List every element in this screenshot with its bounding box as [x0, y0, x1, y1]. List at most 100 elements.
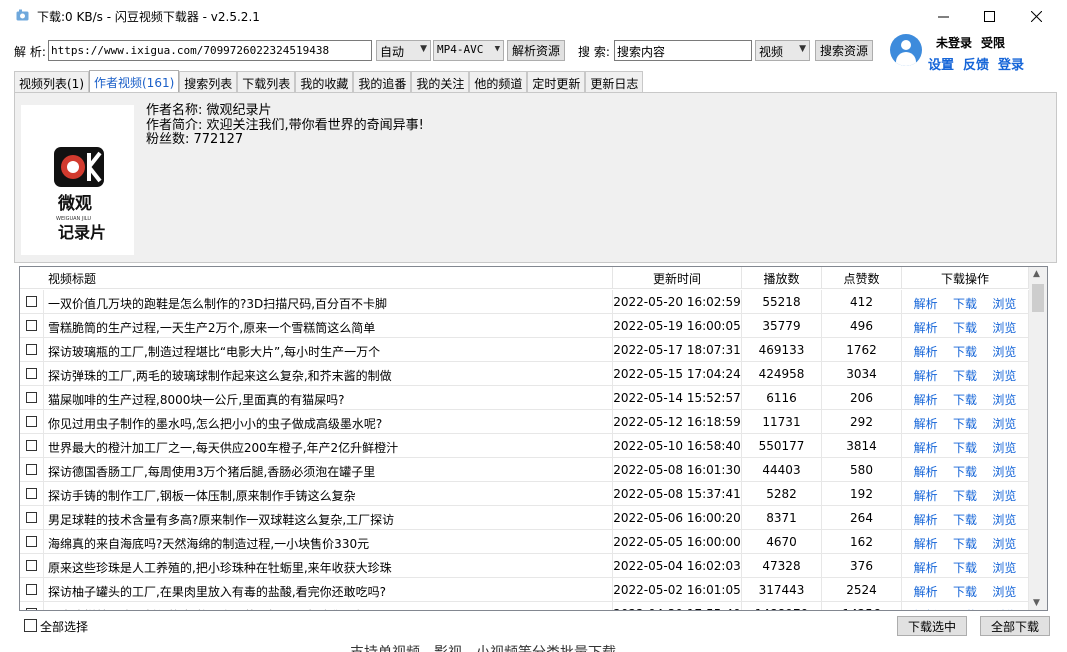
row-checkbox-cell[interactable]	[20, 482, 44, 506]
row-download-link[interactable]: 下载	[953, 607, 977, 610]
tab-author-videos[interactable]: 作者视频(161)	[89, 70, 180, 92]
col-title-header[interactable]: 视频标题	[20, 267, 613, 289]
row-checkbox-cell[interactable]	[20, 458, 44, 482]
maximize-button[interactable]	[966, 0, 1012, 32]
table-row[interactable]: 海绵真的来自海底吗?天然海绵的制造过程,一小块售价330元 2022-05-05 …	[20, 530, 1029, 554]
row-checkbox-cell[interactable]	[20, 506, 44, 530]
tab-changelog[interactable]: 更新日志	[585, 71, 644, 92]
row-checkbox-cell[interactable]	[20, 338, 44, 362]
row-download-link[interactable]: 下载	[953, 535, 977, 554]
row-download-link[interactable]: 下载	[953, 511, 977, 530]
scroll-down-icon[interactable]: ▼	[1033, 598, 1040, 608]
table-row[interactable]: 雪糕脆筒的生产过程,一天生产2万个,原来一个雪糕筒这么简单 2022-05-19 …	[20, 314, 1029, 338]
parse-button[interactable]: 解析资源	[507, 40, 565, 61]
table-row[interactable]: 探访手铸的制作工厂,钢板一体压制,原来制作手铸这么复杂 2022-05-08 15…	[20, 482, 1029, 506]
table-row[interactable]: 你见过用虫子制作的墨水吗,怎么把小小的虫子做成高级墨水呢? 2022-05-12 …	[20, 410, 1029, 434]
row-checkbox-cell[interactable]	[20, 410, 44, 434]
row-checkbox[interactable]	[26, 560, 37, 571]
row-download-link[interactable]: 下载	[953, 415, 977, 434]
minimize-button[interactable]	[920, 0, 966, 32]
table-row[interactable]: 探访柚子罐头的工厂,在果肉里放入有毒的盐酸,看完你还敢吃吗? 2022-05-02…	[20, 578, 1029, 602]
table-row[interactable]: 男足球鞋的技术含量有多高?原来制作一双球鞋这么复杂,工厂探访 2022-05-06…	[20, 506, 1029, 530]
row-browse-link[interactable]: 浏览	[992, 391, 1016, 410]
row-parse-link[interactable]: 解析	[914, 319, 938, 338]
row-parse-link[interactable]: 解析	[914, 415, 938, 434]
row-checkbox-cell[interactable]	[20, 602, 44, 610]
row-checkbox[interactable]	[26, 344, 37, 355]
row-download-link[interactable]: 下载	[953, 319, 977, 338]
row-checkbox-cell[interactable]	[20, 314, 44, 338]
tab-my-series[interactable]: 我的追番	[353, 71, 412, 92]
table-row[interactable]: 世界最大的橙汁加工厂之一,每天供应200车橙子,年产2亿升鲜橙汁 2022-05-…	[20, 434, 1029, 458]
tab-search-list[interactable]: 搜索列表	[179, 71, 238, 92]
settings-link[interactable]: 设置	[928, 54, 954, 73]
row-parse-link[interactable]: 解析	[914, 511, 938, 530]
row-browse-link[interactable]: 浏览	[992, 367, 1016, 386]
row-checkbox[interactable]	[26, 464, 37, 475]
row-checkbox[interactable]	[26, 512, 37, 523]
row-browse-link[interactable]: 浏览	[992, 295, 1016, 314]
vertical-scrollbar[interactable]: ▲ ▼	[1029, 267, 1047, 610]
row-browse-link[interactable]: 浏览	[992, 319, 1016, 338]
row-checkbox[interactable]	[26, 392, 37, 403]
row-checkbox[interactable]	[26, 608, 37, 610]
row-checkbox[interactable]	[26, 296, 37, 307]
row-browse-link[interactable]: 浏览	[992, 511, 1016, 530]
row-download-link[interactable]: 下载	[953, 487, 977, 506]
row-browse-link[interactable]: 浏览	[992, 559, 1016, 578]
row-parse-link[interactable]: 解析	[914, 439, 938, 458]
row-parse-link[interactable]: 解析	[914, 583, 938, 602]
row-download-link[interactable]: 下载	[953, 295, 977, 314]
download-selected-button[interactable]: 下载选中	[897, 616, 967, 636]
row-download-link[interactable]: 下载	[953, 559, 977, 578]
row-browse-link[interactable]: 浏览	[992, 415, 1016, 434]
row-download-link[interactable]: 下载	[953, 583, 977, 602]
search-type-select[interactable]: 视频 ▼	[755, 40, 810, 61]
col-likes-header[interactable]: 点赞数	[822, 267, 902, 289]
row-checkbox-cell[interactable]	[20, 290, 44, 314]
table-row[interactable]: 探访玻璃瓶的工厂,制造过程堪比“电影大片”,每小时生产一万个 2022-05-17…	[20, 338, 1029, 362]
row-parse-link[interactable]: 解析	[914, 343, 938, 362]
avatar[interactable]	[890, 34, 922, 66]
close-button[interactable]	[1013, 0, 1059, 32]
row-checkbox-cell[interactable]	[20, 434, 44, 458]
table-row[interactable]: 探访德国香肠工厂,每周使用3万个猪后腿,香肠必须泡在罐子里 2022-05-08 …	[20, 458, 1029, 482]
table-row[interactable]: 原来这样就是这么制作的,把整个房屋装进板子,再把它们分解开2022-04-30 …	[20, 602, 1029, 610]
row-download-link[interactable]: 下载	[953, 391, 977, 410]
row-browse-link[interactable]: 浏览	[992, 439, 1016, 458]
row-checkbox-cell[interactable]	[20, 362, 44, 386]
tab-video-list[interactable]: 视频列表(1)	[14, 71, 89, 92]
row-parse-link[interactable]: 解析	[914, 391, 938, 410]
col-plays-header[interactable]: 播放数	[742, 267, 822, 289]
tab-download-list[interactable]: 下载列表	[237, 71, 296, 92]
row-checkbox-cell[interactable]	[20, 386, 44, 410]
select-all-checkbox[interactable]	[24, 619, 37, 632]
format-select[interactable]: MP4-AVC ▼	[433, 40, 504, 61]
row-checkbox-cell[interactable]	[20, 554, 44, 578]
tab-my-favorites[interactable]: 我的收藏	[295, 71, 354, 92]
row-browse-link[interactable]: 浏览	[992, 487, 1016, 506]
row-download-link[interactable]: 下载	[953, 343, 977, 362]
row-browse-link[interactable]: 浏览	[992, 583, 1016, 602]
col-ops-header[interactable]: 下载操作	[902, 267, 1029, 289]
row-checkbox-cell[interactable]	[20, 530, 44, 554]
row-checkbox[interactable]	[26, 320, 37, 331]
row-download-link[interactable]: 下载	[953, 367, 977, 386]
search-input[interactable]: 搜索内容	[614, 40, 752, 61]
row-browse-link[interactable]: 浏览	[992, 535, 1016, 554]
scroll-thumb[interactable]	[1032, 284, 1044, 312]
row-checkbox[interactable]	[26, 440, 37, 451]
tab-his-channel[interactable]: 他的频道	[469, 71, 528, 92]
url-input[interactable]: https://www.ixigua.com/70997260223245194…	[48, 40, 372, 61]
row-browse-link[interactable]: 浏览	[992, 343, 1016, 362]
row-checkbox-cell[interactable]	[20, 578, 44, 602]
row-parse-link[interactable]: 解析	[914, 487, 938, 506]
search-button[interactable]: 搜索资源	[815, 40, 873, 61]
table-row[interactable]: 猫屎咖啡的生产过程,8000块一公斤,里面真的有猫屎吗? 2022-05-14 1…	[20, 386, 1029, 410]
row-parse-link[interactable]: 解析	[914, 559, 938, 578]
login-link[interactable]: 登录	[998, 54, 1024, 73]
row-parse-link[interactable]: 解析	[914, 607, 938, 610]
scroll-up-icon[interactable]: ▲	[1033, 269, 1040, 279]
feedback-link[interactable]: 反馈	[963, 54, 989, 73]
tab-scheduled-update[interactable]: 定时更新	[527, 71, 586, 92]
